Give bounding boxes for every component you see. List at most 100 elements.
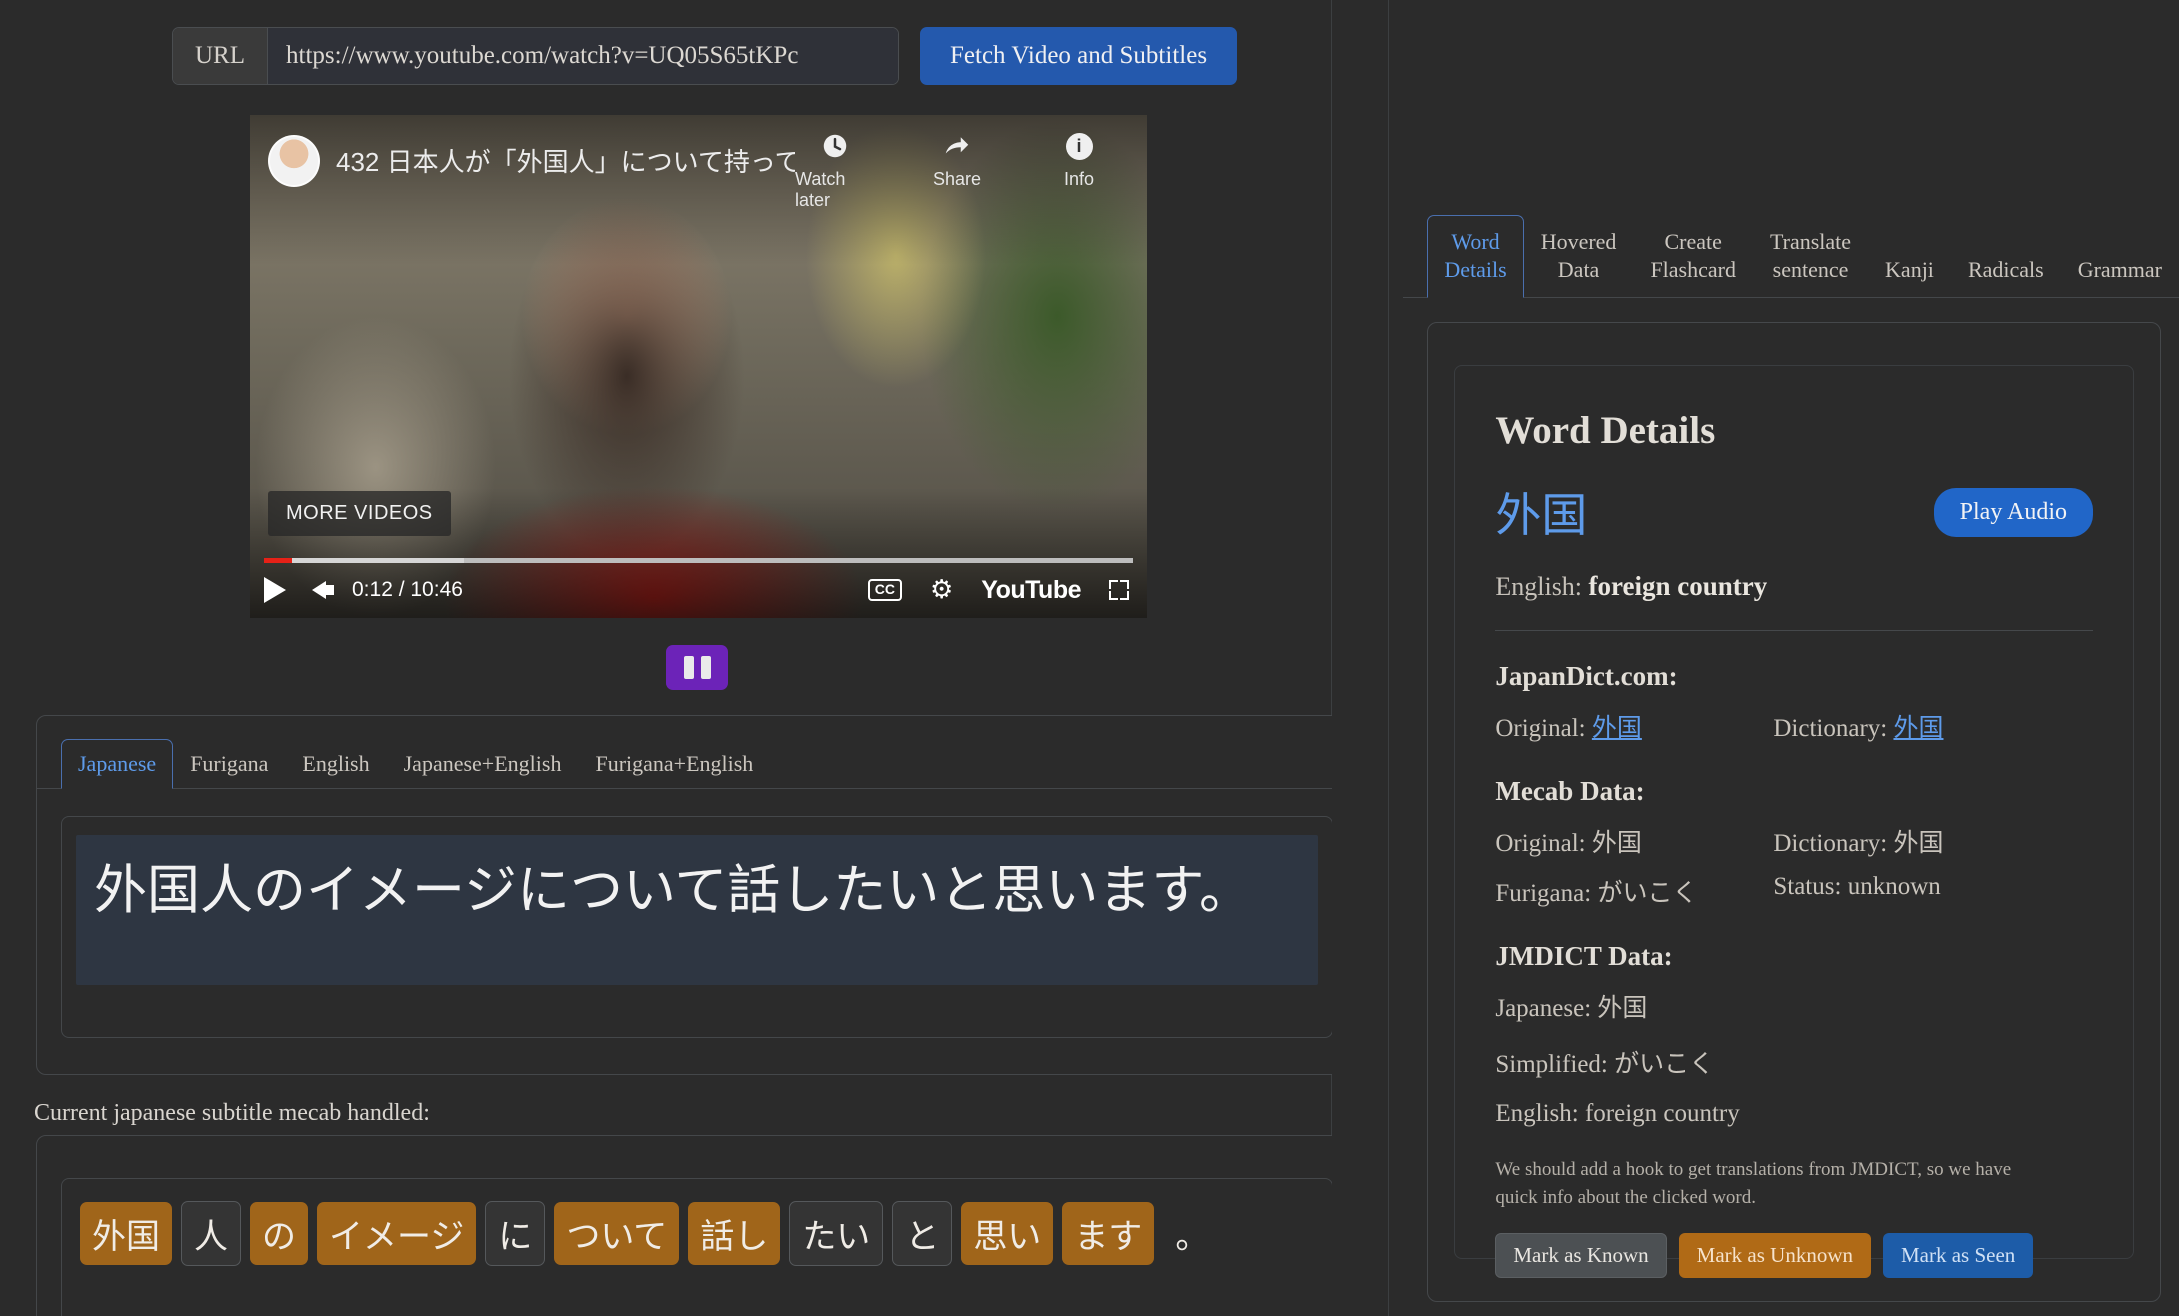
clock-icon xyxy=(820,129,850,163)
youtube-player[interactable]: 432 日本人が「外国人」について持って… Watch later Share xyxy=(250,115,1147,618)
progress-played xyxy=(264,558,292,563)
fetch-video-and-subtitles-button[interactable]: Fetch Video and Subtitles xyxy=(920,27,1238,85)
mecab-dictionary-value: 外国 xyxy=(1893,828,1944,858)
subtitle-tab-furigana[interactable]: Furigana xyxy=(173,739,285,789)
play-button[interactable] xyxy=(264,577,286,603)
subtitle-tab-japanese[interactable]: Japanese xyxy=(61,739,174,789)
mecab-token[interactable]: ます xyxy=(1062,1202,1155,1265)
mecab-token[interactable]: に xyxy=(485,1201,546,1266)
current-subtitle-sentence[interactable]: 外国人のイメージについて話したいと思います。 xyxy=(76,835,1318,985)
jmdict-fields: Japanese: 外国 Simplified: がいこく English: f… xyxy=(1495,988,2093,1128)
mecab-token[interactable]: と xyxy=(892,1201,953,1266)
player-right-controls: CC ⚙ YouTube xyxy=(867,576,1133,605)
jmdict-simplified: Simplified: がいこく xyxy=(1495,1051,1715,1079)
tab-create-flashcard-line2: Flashcard xyxy=(1650,257,1736,283)
subtitle-tab-japanese-english[interactable]: Japanese+English xyxy=(387,739,579,789)
tab-word-details-line2: Details xyxy=(1444,257,1507,283)
gear-icon[interactable]: ⚙ xyxy=(930,577,953,603)
word-header-row: 外国 Play Audio xyxy=(1495,479,2093,545)
pause-bar-left xyxy=(683,656,694,679)
share-button[interactable]: Share xyxy=(917,129,997,211)
mecab-furigana: Furigana: がいこく xyxy=(1495,873,1773,909)
subtitle-tabs: Japanese Furigana English Japanese+Engli… xyxy=(37,716,1357,789)
fullscreen-icon[interactable] xyxy=(1109,580,1129,600)
mecab-token[interactable]: たい xyxy=(789,1201,884,1266)
mark-as-seen-button[interactable]: Mark as Seen xyxy=(1882,1233,2034,1279)
tab-create-flashcard-line1: Create xyxy=(1664,229,1722,254)
info-label: Info xyxy=(1063,169,1095,189)
mecab-token[interactable]: 外国 xyxy=(80,1202,172,1265)
mecab-token[interactable]: 思い xyxy=(961,1202,1054,1265)
mecab-token[interactable]: ついて xyxy=(554,1202,680,1265)
mecab-heading: Current japanese subtitle mecab handled: xyxy=(34,1100,430,1126)
mecab-furigana-value: がいこく xyxy=(1597,878,1698,908)
mecab-dictionary: Dictionary: 外国 xyxy=(1773,823,2093,859)
mark-as-known-button[interactable]: Mark as Known xyxy=(1495,1233,1667,1279)
mecab-token[interactable]: の xyxy=(250,1202,308,1265)
tab-hovered-data[interactable]: Hovered Data xyxy=(1524,215,1634,298)
japandict-dictionary: Dictionary: 外国 xyxy=(1773,708,2093,744)
japandict-dictionary-link[interactable]: 外国 xyxy=(1893,713,1943,742)
mecab-data-fields: Original: 外国 Dictionary: 外国 Furigana: がい… xyxy=(1495,823,2093,909)
mecab-original-label: Original: xyxy=(1495,830,1586,858)
jmdict-english: English: foreign country xyxy=(1495,1100,1740,1128)
japandict-original-link[interactable]: 外国 xyxy=(1592,713,1642,742)
left-panel: URL Fetch Video and Subtitles 432 日本人が「外… xyxy=(0,0,1358,1316)
tab-kanji[interactable]: Kanji xyxy=(1868,243,1951,298)
progress-buffered xyxy=(264,558,464,563)
tab-word-details-line1: Word xyxy=(1451,229,1500,254)
youtube-logo[interactable]: YouTube xyxy=(981,576,1081,605)
tab-grammar[interactable]: Grammar xyxy=(2061,243,2179,298)
tab-translate-sentence-line2: sentence xyxy=(1772,257,1849,283)
more-videos-badge[interactable]: MORE VIDEOS xyxy=(268,491,451,536)
japandict-original: Original: 外国 xyxy=(1495,708,1773,744)
mecab-original: Original: 外国 xyxy=(1495,823,1773,859)
mecab-token-list: 外国人のイメージについて 話し たいと思い ます。 xyxy=(80,1201,1314,1266)
url-input[interactable] xyxy=(268,28,898,84)
captions-icon[interactable]: CC xyxy=(867,579,902,601)
subtitle-card: Japanese Furigana English Japanese+Engli… xyxy=(36,715,1358,1075)
selected-word[interactable]: 外国 xyxy=(1495,479,1587,545)
tab-create-flashcard[interactable]: Create Flashcard xyxy=(1633,215,1753,298)
word-details-inner: Word Details 外国 Play Audio English: fore… xyxy=(1454,365,2134,1279)
developer-note: We should add a hook to get translations… xyxy=(1495,1159,2012,1208)
mecab-token[interactable]: 。 xyxy=(1163,1202,1221,1265)
tab-hovered-data-line2: Data xyxy=(1557,257,1600,283)
japandict-heading: JapanDict.com: xyxy=(1495,661,1678,692)
subtitle-display-box: 外国人のイメージについて話したいと思います。 xyxy=(61,816,1333,1038)
video-progress-bar[interactable] xyxy=(264,558,1133,563)
app-root: URL Fetch Video and Subtitles 432 日本人が「外… xyxy=(0,0,2179,1316)
url-bar: URL Fetch Video and Subtitles xyxy=(172,27,1238,85)
mark-as-unknown-button[interactable]: Mark as Unknown xyxy=(1678,1233,1871,1279)
english-label: English: xyxy=(1495,572,1583,602)
mecab-dictionary-label: Dictionary: xyxy=(1773,830,1888,858)
player-actions: Watch later Share i Info xyxy=(795,129,1133,211)
pause-toggle-button[interactable] xyxy=(666,645,728,690)
watch-later-button[interactable]: Watch later xyxy=(795,129,875,211)
word-details-card: Word Details 外国 Play Audio English: fore… xyxy=(1427,322,2161,1303)
channel-avatar[interactable] xyxy=(268,135,320,187)
mecab-token[interactable]: 話し xyxy=(688,1202,781,1265)
mecab-token[interactable]: 人 xyxy=(181,1201,241,1266)
tab-radicals[interactable]: Radicals xyxy=(1951,243,2061,298)
url-input-group: URL xyxy=(172,27,899,85)
info-button[interactable]: i Info xyxy=(1039,129,1119,211)
mecab-original-value: 外国 xyxy=(1591,828,1642,858)
play-audio-button[interactable]: Play Audio xyxy=(1933,487,2093,537)
volume-icon[interactable] xyxy=(312,581,334,599)
mecab-card: 外国人のイメージについて 話し たいと思い ます。 xyxy=(36,1135,1358,1316)
pause-bar-right xyxy=(700,656,711,679)
tab-translate-sentence[interactable]: Translate sentence xyxy=(1753,215,1868,298)
subtitle-tab-furigana-english[interactable]: Furigana+English xyxy=(578,739,770,789)
panel-divider[interactable] xyxy=(1331,0,1401,1316)
tab-word-details[interactable]: Word Details xyxy=(1427,215,1524,299)
mecab-data-heading: Mecab Data: xyxy=(1495,776,1645,807)
mecab-token[interactable]: イメージ xyxy=(317,1202,477,1265)
tab-hovered-data-line1: Hovered xyxy=(1540,229,1617,254)
mecab-status-label: Status: xyxy=(1773,873,1842,901)
mecab-inner-box: 外国人のイメージについて 話し たいと思い ます。 xyxy=(61,1178,1333,1316)
mecab-status: Status: unknown xyxy=(1773,873,2093,909)
english-value: foreign country xyxy=(1588,571,1768,602)
video-title[interactable]: 432 日本人が「外国人」について持って… xyxy=(336,142,795,179)
subtitle-tab-english[interactable]: English xyxy=(285,739,386,789)
